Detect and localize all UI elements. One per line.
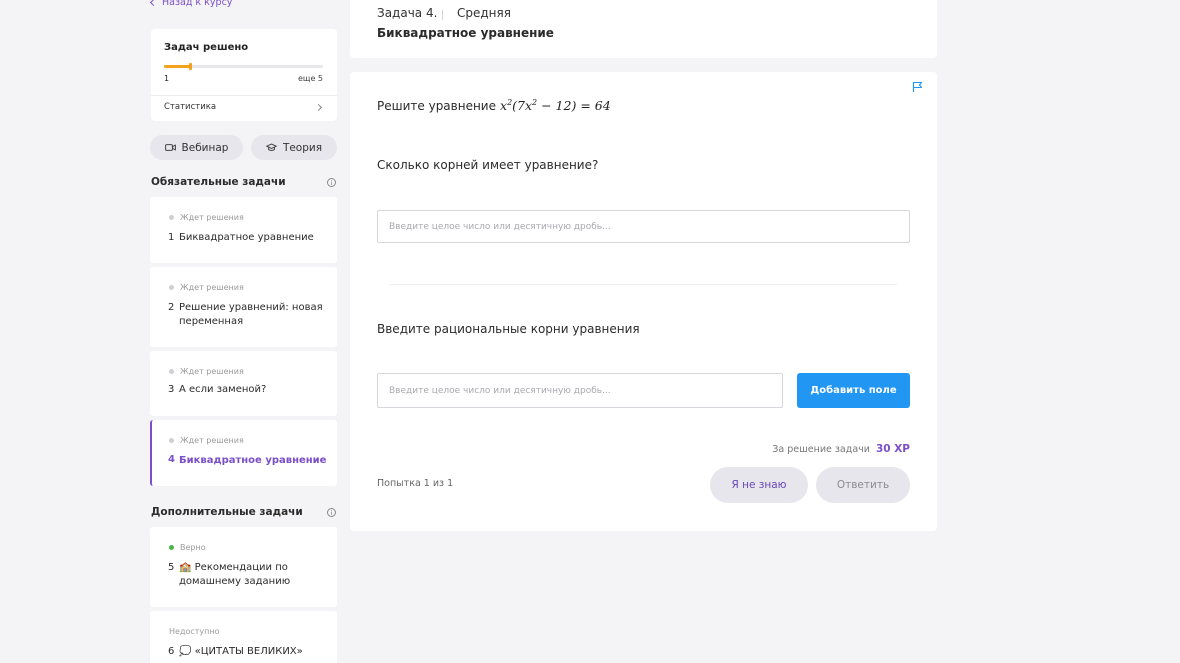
report-flag-icon[interactable]: [912, 81, 923, 93]
task-status: Ждет решения: [169, 213, 244, 222]
question-rational-roots: Введите рациональные корни уравнения: [377, 322, 640, 336]
root-count-input[interactable]: Введите целое число или десятичную дробь…: [377, 210, 910, 243]
task-item-1[interactable]: Ждет решения 1 Биквадратное уравнение: [150, 197, 337, 263]
progress-bar-fill: [164, 65, 192, 68]
task-item-3[interactable]: Ждет решения 3 А если заменой?: [150, 351, 337, 416]
required-tasks-title: Обязательные задачи: [151, 176, 286, 188]
add-field-button[interactable]: Добавить поле: [797, 373, 910, 408]
info-icon[interactable]: i: [327, 178, 336, 187]
progress-title: Задач решено: [164, 42, 249, 53]
task-name: Биквадратное уравнение: [179, 232, 314, 243]
status-dot-icon: [169, 369, 174, 374]
equation-formula: x2(7x2 − 12) = 64: [500, 98, 611, 114]
task-number: 2: [168, 302, 175, 313]
task-status: Недоступно: [169, 627, 220, 636]
theory-button[interactable]: Теория: [251, 135, 337, 160]
progress-marker: [189, 63, 193, 70]
progress-bar: [164, 63, 323, 70]
statistics-label: Статистика: [164, 102, 217, 112]
problem-statement: Решите уравнение x2(7x2 − 12) = 64: [377, 98, 611, 113]
statistics-link[interactable]: Статистика: [164, 102, 323, 116]
status-dot-icon: [169, 545, 174, 550]
back-link-label: Назад к курсу: [162, 0, 233, 8]
task-number: 6: [168, 646, 175, 657]
graduation-cap-icon: [265, 143, 277, 151]
remaining-count: еще 5: [297, 74, 323, 83]
task-item-6[interactable]: Недоступно 6 💭 «ЦИТАТЫ ВЕЛИКИХ»: [150, 611, 337, 663]
video-camera-icon: [164, 144, 176, 151]
divider: [390, 284, 897, 285]
extra-tasks-heading: Дополнительные задачи i: [151, 506, 337, 518]
difficulty-level: Средняя: [457, 6, 511, 20]
task-number-label: Задача 4.: [377, 6, 438, 20]
task-title: Биквадратное уравнение: [377, 26, 554, 40]
reward-xp: 30 XP: [875, 443, 910, 455]
task-item-4-active[interactable]: Ждет решения 4 Биквадратное уравнение: [150, 420, 337, 486]
task-name: Биквадратное уравнение: [179, 455, 327, 466]
webinar-label: Вебинар: [181, 141, 229, 154]
task-number: 3: [168, 384, 175, 395]
task-item-5[interactable]: Верно 5 🏫 Рекомендации по домашнему зада…: [150, 527, 337, 607]
theory-label: Теория: [282, 141, 323, 154]
webinar-button[interactable]: Вебинар: [150, 135, 243, 160]
task-number: 1: [168, 232, 175, 243]
task-header-card: Задача 4. Средняя Биквадратное уравнение: [350, 0, 937, 58]
dont-know-button[interactable]: Я не знаю: [710, 467, 808, 503]
divider: [442, 10, 443, 20]
task-item-2[interactable]: Ждет решения 2 Решение уравнений: новая …: [150, 267, 337, 347]
required-tasks-heading: Обязательные задачи i: [151, 176, 337, 188]
reward-info: За решение задачи 30 XP: [772, 443, 910, 455]
input-placeholder: Введите целое число или десятичную дробь…: [389, 385, 611, 396]
status-dot-icon: [169, 215, 174, 220]
question-root-count: Сколько корней имеет уравнение?: [377, 158, 599, 172]
problem-intro: Решите уравнение: [377, 99, 496, 114]
task-name: 🏫 Рекомендации по домашнему заданию: [179, 562, 291, 587]
task-status: Верно: [169, 543, 206, 552]
status-dot-icon: [169, 438, 174, 443]
rational-root-input[interactable]: Введите целое число или десятичную дробь…: [377, 373, 783, 408]
task-number: 4: [168, 454, 175, 465]
task-status: Ждет решения: [169, 436, 244, 445]
task-name: Решение уравнений: новая переменная: [179, 302, 323, 327]
task-status: Ждет решения: [169, 283, 244, 292]
answer-button[interactable]: Ответить: [816, 467, 910, 503]
task-number: 5: [168, 562, 175, 573]
task-name: 💭 «ЦИТАТЫ ВЕЛИКИХ»: [179, 646, 303, 657]
chevron-right-icon: [314, 103, 323, 112]
task-body-card: Решите уравнение x2(7x2 − 12) = 64 Сколь…: [350, 72, 937, 531]
divider: [151, 95, 337, 96]
chevron-left-icon: [149, 0, 158, 7]
solved-count: 1: [164, 74, 170, 83]
status-dot-icon: [169, 285, 174, 290]
attempt-counter: Попытка 1 из 1: [377, 478, 454, 489]
input-placeholder: Введите целое число или десятичную дробь…: [389, 221, 611, 232]
info-icon[interactable]: i: [327, 508, 336, 517]
progress-card: Задач решено 1 еще 5 Статистика: [151, 29, 337, 121]
extra-tasks-title: Дополнительные задачи: [151, 506, 303, 518]
task-name: А если заменой?: [179, 384, 267, 395]
task-status: Ждет решения: [169, 367, 244, 376]
reward-label: За решение задачи: [772, 444, 870, 455]
back-to-course-link[interactable]: Назад к курсу: [149, 0, 233, 8]
